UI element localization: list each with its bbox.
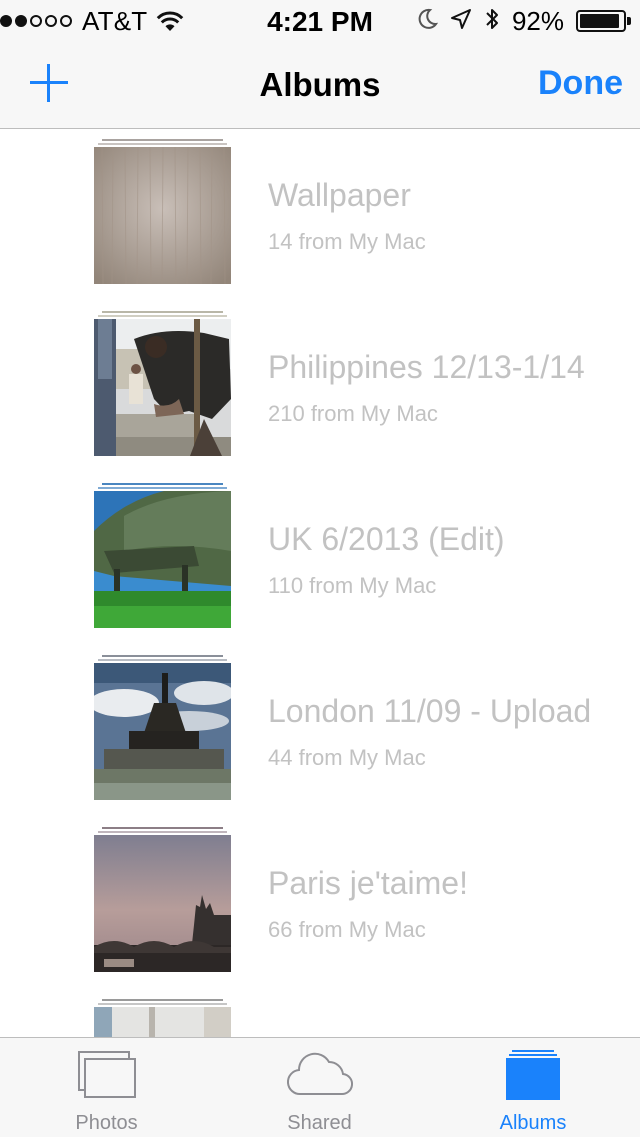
albums-icon <box>504 1050 562 1107</box>
tab-bar: Photos Shared Albums <box>0 1037 640 1137</box>
album-row-paris[interactable]: Paris je'taime! 66 from My Mac <box>0 817 640 989</box>
album-title: Philippines 12/13-1/14 <box>268 349 585 385</box>
album-stack-edge <box>102 139 223 141</box>
tab-albums[interactable]: Albums <box>426 1038 640 1137</box>
album-row-wallpaper[interactable]: Wallpaper 14 from My Mac <box>0 129 640 301</box>
album-stack-edge <box>98 315 227 317</box>
album-thumbnail <box>94 147 231 284</box>
album-title: Wallpaper <box>268 177 411 213</box>
battery-fill <box>580 14 619 28</box>
album-stack-edge <box>102 827 223 829</box>
album-stack-edge <box>102 655 223 657</box>
album-stack-edge <box>102 483 223 485</box>
album-count: 14 from My Mac <box>268 229 426 254</box>
tab-shared[interactable]: Shared <box>213 1038 426 1137</box>
bluetooth-icon <box>484 6 500 37</box>
done-button[interactable]: Done <box>538 64 623 103</box>
album-thumbnail <box>94 491 231 628</box>
album-row-partial[interactable] <box>0 989 640 1037</box>
tab-label: Albums <box>499 1112 567 1134</box>
photos-icon <box>76 1050 138 1105</box>
album-count: 110 from My Mac <box>268 573 437 598</box>
status-right: 92% <box>418 6 634 36</box>
album-stack-edge <box>102 311 223 313</box>
album-row-london[interactable]: London 11/09 - Upload 44 from My Mac <box>0 645 640 817</box>
status-bar: AT&T 4:21 PM 92% <box>0 0 640 40</box>
album-thumbnail <box>94 835 231 972</box>
album-title: London 11/09 - Upload <box>268 693 592 729</box>
album-stack-edge <box>98 659 227 661</box>
cloud-icon <box>283 1050 357 1105</box>
album-count: 66 from My Mac <box>268 917 426 942</box>
album-stack-edge <box>98 143 227 145</box>
tab-photos[interactable]: Photos <box>0 1038 213 1137</box>
album-stack-edge <box>102 999 223 1001</box>
album-thumbnail <box>94 1007 231 1037</box>
album-stack-edge <box>98 831 227 833</box>
moon-icon <box>418 8 438 35</box>
album-row-philippines[interactable]: Philippines 12/13-1/14 210 from My Mac <box>0 301 640 473</box>
album-stack-edge <box>98 487 227 489</box>
tab-label: Photos <box>75 1112 138 1134</box>
album-count: 210 from My Mac <box>268 401 438 426</box>
album-thumbnail <box>94 663 231 800</box>
album-list[interactable]: Wallpaper 14 from My Mac Philippines 12/… <box>0 129 640 1037</box>
album-thumbnail <box>94 319 231 456</box>
album-row-uk[interactable]: UK 6/2013 (Edit) 110 from My Mac <box>0 473 640 645</box>
battery-nub <box>627 17 631 25</box>
album-count: 44 from My Mac <box>268 745 426 770</box>
battery-percent: 92% <box>511 5 564 36</box>
tab-label: Shared <box>287 1112 352 1134</box>
battery-icon <box>576 10 631 32</box>
album-title: UK 6/2013 (Edit) <box>268 521 505 557</box>
location-icon <box>450 8 472 35</box>
album-stack-edge <box>98 1003 227 1005</box>
album-title: Paris je'taime! <box>268 865 468 901</box>
navigation-bar: Albums Done <box>0 40 640 129</box>
